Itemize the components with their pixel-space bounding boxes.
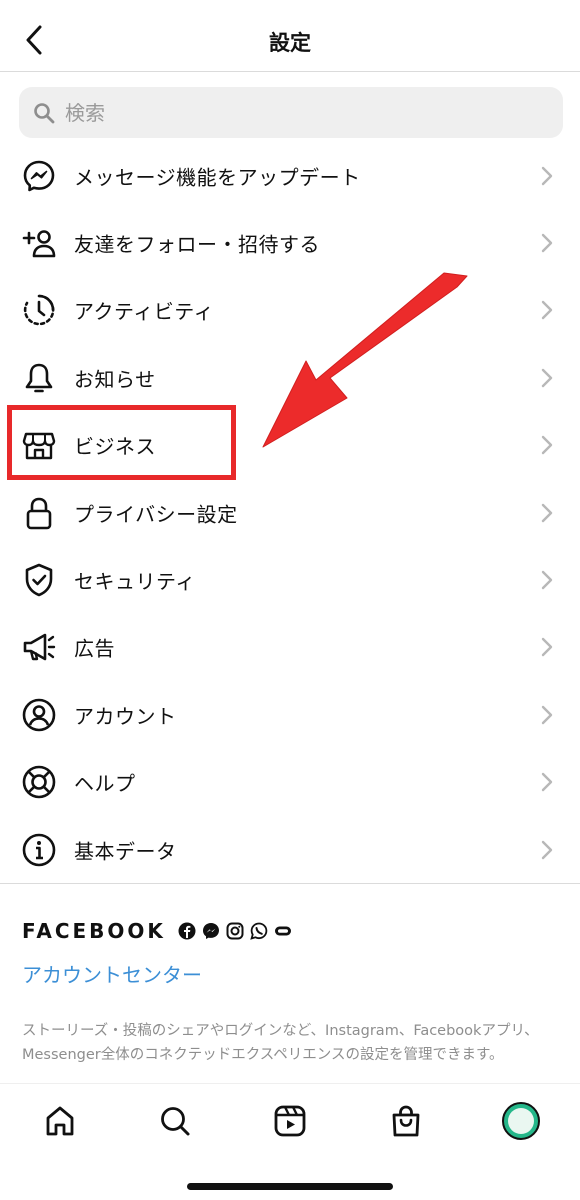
activity-clock-icon [21, 292, 57, 328]
shop-bag-icon [392, 1105, 420, 1137]
lifebuoy-icon [21, 764, 57, 800]
bell-icon [21, 360, 57, 396]
facebook-logo: FACEBOOK [22, 919, 166, 943]
menu-item-label: アクティビティ [74, 299, 215, 324]
reels-icon [274, 1105, 306, 1137]
instagram-small-icon [226, 922, 244, 940]
whatsapp-small-icon [250, 922, 268, 940]
account-center-link[interactable]: アカウントセンター [22, 959, 202, 988]
menu-item-label: セキュリティ [74, 569, 196, 594]
menu-item-label: メッセージ機能をアップデート [74, 165, 361, 190]
chevron-right-icon [541, 638, 553, 657]
tab-shop[interactable] [386, 1101, 426, 1141]
lock-icon [21, 495, 57, 531]
menu-item-privacy[interactable]: プライバシー設定 [0, 479, 580, 546]
menu-item-help[interactable]: ヘルプ [0, 749, 580, 816]
menu-item-label: プライバシー設定 [74, 502, 238, 527]
tab-reels[interactable] [270, 1101, 310, 1141]
facebook-section: FACEBOOK [22, 918, 562, 944]
menu-item-account[interactable]: アカウント [0, 681, 580, 748]
shop-icon [21, 427, 57, 463]
portal-small-icon [274, 926, 291, 936]
menu-item-label: 広告 [74, 636, 115, 661]
chevron-right-icon [541, 166, 553, 185]
menu-item-ads[interactable]: 広告 [0, 614, 580, 681]
menu-item-label: 友達をフォロー・招待する [74, 232, 320, 257]
facebook-icon [178, 922, 196, 940]
facebook-description: ストーリーズ・投稿のシェアやログインなど、Instagram、Facebookア… [22, 1023, 539, 1063]
home-icon [46, 1106, 74, 1136]
menu-item-messaging-update[interactable]: メッセージ機能をアップデート [0, 142, 580, 209]
menu-item-follow-invite[interactable]: 友達をフォロー・招待する [0, 209, 580, 276]
chevron-right-icon [541, 368, 553, 388]
shield-check-icon [21, 562, 57, 598]
menu-item-about[interactable]: 基本データ [0, 816, 580, 883]
page-title: 設定 [269, 31, 311, 55]
megaphone-icon [21, 629, 57, 665]
menu-item-label: 基本データ [74, 839, 177, 864]
menu-item-label: ヘルプ [74, 771, 136, 796]
tab-profile[interactable] [501, 1101, 541, 1141]
chevron-right-icon [541, 301, 553, 320]
settings-menu: メッセージ機能をアップデート 友達をフォロー・招待する アクティビティ お知らせ… [0, 142, 580, 883]
menu-item-security[interactable]: セキュリティ [0, 546, 580, 613]
search-bar[interactable] [19, 87, 563, 138]
menu-item-notifications[interactable]: お知らせ [0, 344, 580, 411]
chevron-right-icon [541, 503, 553, 522]
profile-avatar [502, 1102, 540, 1140]
add-person-icon [21, 225, 57, 261]
menu-item-business[interactable]: ビジネス [0, 412, 580, 479]
info-icon [21, 832, 57, 868]
menu-item-label: ビジネス [74, 434, 156, 459]
meta-apps-icons [178, 922, 292, 940]
header: 設定 [0, 0, 580, 72]
menu-item-label: アカウント [74, 704, 177, 729]
tab-home[interactable] [40, 1101, 80, 1141]
messenger-icon [21, 158, 57, 194]
chevron-right-icon [541, 773, 553, 792]
chevron-right-icon [541, 840, 553, 859]
section-divider [0, 883, 580, 884]
messenger-small-icon [202, 923, 219, 939]
chevron-right-icon [541, 436, 553, 455]
user-circle-icon [21, 697, 57, 733]
chevron-right-icon [541, 233, 553, 253]
menu-item-activity[interactable]: アクティビティ [0, 277, 580, 344]
search-icon [34, 102, 55, 123]
menu-item-label: お知らせ [74, 367, 156, 392]
search-input[interactable] [65, 100, 535, 125]
home-indicator [187, 1183, 393, 1190]
chevron-right-icon [541, 705, 553, 725]
tab-search[interactable] [155, 1101, 195, 1141]
chevron-right-icon [541, 570, 553, 590]
search-icon [161, 1107, 190, 1136]
avatar-image [508, 1108, 534, 1134]
